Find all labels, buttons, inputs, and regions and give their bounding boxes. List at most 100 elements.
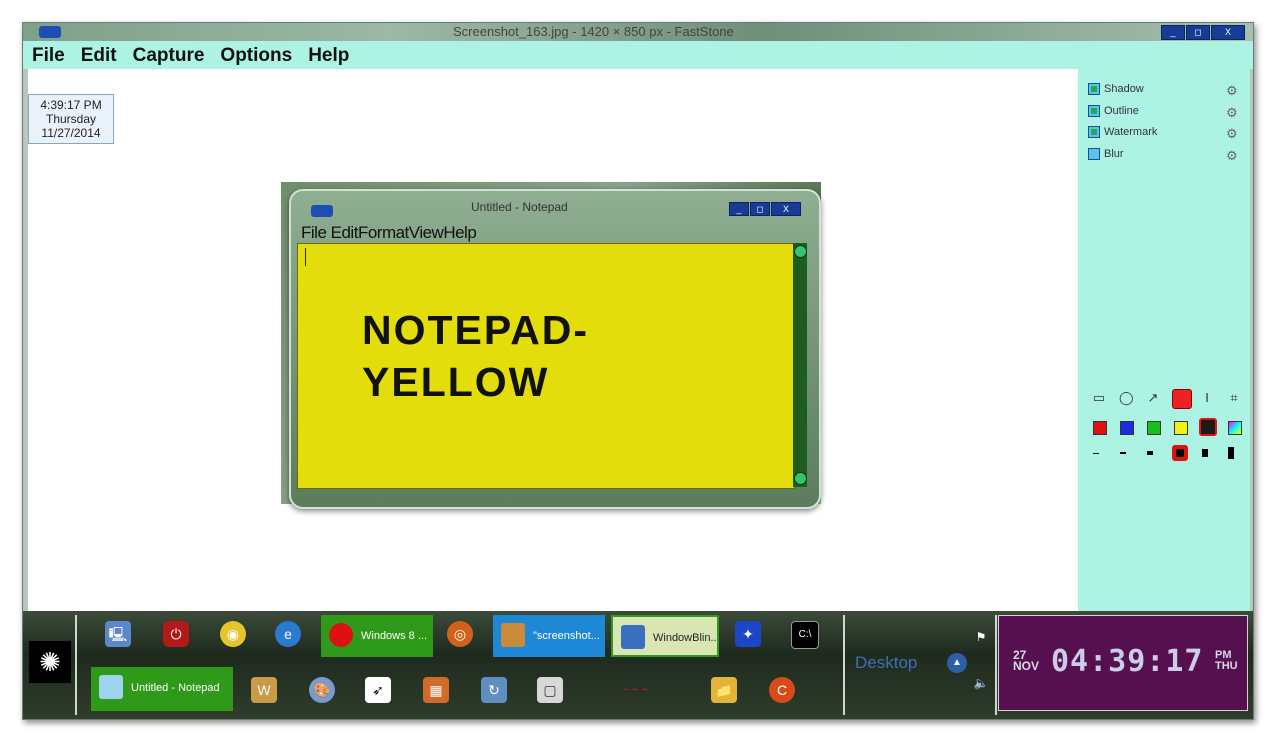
menu-help[interactable]: Help — [299, 41, 356, 67]
color-blue-swatch[interactable] — [1120, 421, 1134, 435]
task-notepad-label: Untitled - Notepad — [131, 682, 220, 694]
shadow-settings-gear-icon[interactable]: ⚙ — [1226, 83, 1238, 99]
notepad-text-area[interactable]: NOTEPAD- YELLOW — [297, 243, 795, 489]
notepad-close-button[interactable]: X — [771, 202, 801, 216]
notepad-menu-format[interactable]: Format — [358, 223, 409, 242]
notepad-menu-view[interactable]: View — [409, 223, 444, 242]
taskbar-separator-2 — [843, 615, 845, 715]
sync-icon[interactable]: ↻ — [481, 677, 507, 703]
app-icon[interactable] — [39, 26, 61, 38]
menu-edit[interactable]: Edit — [72, 41, 124, 67]
menu-options[interactable]: Options — [211, 41, 299, 67]
volume-icon[interactable]: 🔈 — [973, 675, 989, 691]
crop-icon[interactable]: ⌗ — [1227, 391, 1241, 405]
notepad-content: NOTEPAD- YELLOW — [362, 304, 589, 408]
blur-checkbox[interactable] — [1088, 148, 1100, 161]
clock-ampm-block: PM THU — [1215, 650, 1238, 672]
chrome-icon[interactable]: ◉ — [220, 621, 246, 647]
blur-settings-gear-icon[interactable]: ⚙ — [1226, 148, 1238, 164]
task-screenshot[interactable]: "screenshot... — [493, 615, 605, 657]
notepad-menu-file[interactable]: File — [301, 223, 327, 242]
color-black-swatch[interactable] — [1199, 418, 1217, 436]
line-width-2[interactable] — [1120, 452, 1126, 454]
color-green-swatch[interactable] — [1147, 421, 1161, 435]
notepad-content-line2: YELLOW — [362, 359, 550, 405]
scroll-down-button[interactable] — [794, 472, 807, 485]
photo-gallery-icon[interactable]: ▦ — [423, 677, 449, 703]
desktop-label[interactable]: Desktop — [855, 653, 917, 673]
ccleaner-icon[interactable]: C — [769, 677, 795, 703]
menu-capture[interactable]: Capture — [124, 41, 212, 67]
task-windows8[interactable]: Windows 8 ... — [321, 615, 433, 657]
outline-settings-gear-icon[interactable]: ⚙ — [1226, 105, 1238, 121]
app-window: Screenshot_163.jpg - 1420 × 850 px - Fas… — [22, 22, 1254, 720]
captured-clock-widget: 4:39:17 PM Thursday 11/27/2014 — [28, 94, 114, 144]
watermark-checkbox[interactable] — [1088, 126, 1100, 139]
taskbar-separator-3 — [995, 615, 997, 715]
internet-explorer-icon[interactable]: e — [275, 621, 301, 647]
color-red-swatch[interactable] — [1093, 421, 1107, 435]
rectangle-icon[interactable]: ▭ — [1092, 391, 1106, 405]
power-icon[interactable]: ⏻ — [163, 621, 189, 647]
clock-time-display: 04:39:17 — [1051, 644, 1204, 679]
option-shadow[interactable]: Shadow — [1088, 83, 1144, 99]
notepad-maximize-button[interactable]: ◻ — [750, 202, 770, 216]
task-windowblinds[interactable]: WindowBlin... — [611, 615, 719, 657]
color-picker-icon[interactable] — [1228, 421, 1242, 435]
shadow-checkbox[interactable] — [1088, 83, 1100, 96]
taskbar: ✺ 🖳 ⏻ ◉ e Windows 8 ... ◎ "screenshot...… — [23, 611, 1253, 719]
scroll-up-button[interactable] — [794, 245, 807, 258]
outline-checkbox[interactable] — [1088, 105, 1100, 118]
folder-icon[interactable]: 📁 — [711, 677, 737, 703]
arrow-icon[interactable]: ↗ — [1146, 391, 1160, 405]
start-orb-icon[interactable]: ✺ — [29, 641, 71, 683]
task-notepad[interactable]: Untitled - Notepad — [91, 667, 233, 711]
color-yellow-swatch[interactable] — [1174, 421, 1188, 435]
computer-icon[interactable]: 🖳 — [105, 621, 131, 647]
word-icon[interactable]: W — [251, 677, 277, 703]
option-shadow-label: Shadow — [1104, 83, 1144, 95]
line-width-1[interactable] — [1093, 453, 1099, 454]
task-windows8-label: Windows 8 ... — [361, 630, 428, 642]
taskbar-clock[interactable]: 27 NOV 04:39:17 PM THU — [998, 615, 1248, 711]
notepad-content-line1: NOTEPAD- — [362, 307, 590, 353]
clock-day: Thursday — [45, 112, 97, 126]
minimize-button[interactable]: _ — [1161, 25, 1185, 40]
option-blur[interactable]: Blur — [1088, 148, 1124, 164]
task-screenshot-label: "screenshot... — [533, 630, 600, 642]
firefox-icon[interactable]: ◎ — [447, 621, 473, 647]
ellipse-icon[interactable]: ◯ — [1119, 391, 1134, 405]
notepad-menu-edit[interactable]: Edit — [331, 223, 359, 242]
menu-file[interactable]: File — [23, 41, 72, 67]
notepad-app-icon[interactable] — [311, 205, 333, 217]
notepad-menu-help[interactable]: Help — [443, 223, 476, 242]
clock-month: NOV — [1013, 659, 1040, 673]
flag-icon[interactable]: ⚑ — [973, 629, 989, 645]
text-caret — [305, 248, 306, 266]
title-bar[interactable]: Screenshot_163.jpg - 1420 × 850 px - Fas… — [23, 23, 1253, 41]
cursor-icon[interactable]: ➶ — [365, 677, 391, 703]
clock-date-block: 27 NOV — [1013, 649, 1040, 673]
gadget-icon[interactable]: ✦ — [735, 621, 761, 647]
menu-bar: File Edit Capture Options Help — [23, 41, 1253, 69]
option-watermark[interactable]: Watermark — [1088, 126, 1157, 142]
option-watermark-label: Watermark — [1104, 126, 1158, 138]
signature-icon[interactable]: ~ ~ ~ — [575, 677, 695, 703]
watermark-settings-gear-icon[interactable]: ⚙ — [1226, 126, 1238, 142]
line-width-3[interactable] — [1147, 451, 1153, 455]
text-cursor-icon[interactable]: I — [1200, 391, 1214, 405]
line-width-6[interactable] — [1228, 447, 1234, 459]
command-prompt-icon[interactable]: C:\ — [791, 621, 819, 649]
clock-time: 4:39:17 PM — [40, 98, 102, 112]
highlighter-icon[interactable] — [1172, 389, 1192, 409]
option-outline[interactable]: Outline — [1088, 105, 1139, 121]
screenshot-app-icon[interactable]: ▢ — [537, 677, 563, 703]
show-desktop-icon[interactable]: ▲ — [947, 653, 967, 673]
notepad-minimize-button[interactable]: _ — [729, 202, 749, 216]
notepad-window: Untitled - Notepad _ ◻ X File EditFormat… — [289, 189, 821, 509]
close-button[interactable]: X — [1211, 25, 1245, 40]
paint-icon[interactable]: 🎨 — [309, 677, 335, 703]
notepad-scrollbar[interactable] — [793, 243, 807, 487]
line-width-5[interactable] — [1202, 449, 1208, 457]
maximize-button[interactable]: ◻ — [1186, 25, 1210, 40]
